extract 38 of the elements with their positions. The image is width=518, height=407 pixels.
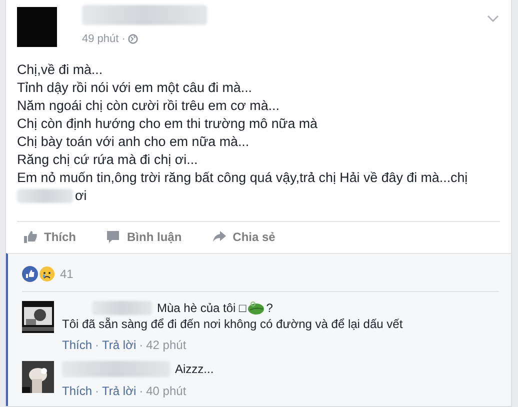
share-icon [212,230,227,244]
comment-text: Tôi đã sẵn sàng để đi đến nơi không có đường và để lại dấu vết [62,317,403,331]
share-button[interactable]: Chia sẻ [212,230,276,244]
post-text-line: ơi [75,187,87,205]
comment-icon [106,230,121,244]
like-link[interactable]: Thích [62,338,92,352]
post-time[interactable]: 49 phút · [82,33,126,45]
reaction-count[interactable]: 41 [60,267,74,281]
comment-button[interactable]: Bình luận [106,230,182,244]
separator-dot: · [95,338,100,352]
comment-time[interactable]: 42 phút [146,338,186,352]
separator-dot: · [139,384,144,398]
leaf-icon [247,301,266,315]
blurred-name [17,189,73,203]
post-text-line: Chị còn định hướng cho em thi trường mô nữa mà [17,115,319,133]
separator-dot: · [95,384,100,398]
avatar [17,7,57,47]
reply-link[interactable]: Trả lời [102,338,136,352]
reply-link[interactable]: Trả lời [102,384,136,398]
chevron-down-icon [487,15,499,23]
comment-text: Mùa hè của tôi □ [157,301,246,315]
like-link[interactable]: Thích [62,384,92,398]
globe-icon [128,34,138,44]
comment-time[interactable]: 40 phút [146,384,186,398]
post-text-line: Năm ngoái chị còn cười rồi trêu em cơ mà... [17,97,280,115]
post-text-line: Chị,về đi mà... [17,61,104,79]
like-button[interactable]: Thích [23,230,76,244]
like-reaction-icon [22,266,38,282]
comment-text: Aizzz... [175,362,214,376]
comment-text: ? [266,301,273,315]
post-text-line: Răng chị cứ rứa mà đi chị ơi... [17,151,199,169]
like-icon [23,230,38,244]
post-text-line: Chị bày toán với anh cho em nữa mà... [17,133,250,151]
sad-face-icon [39,266,55,282]
post-text-line: Em nỏ muốn tin,ông trời răng bất công quá vậy,trả chị Hải về đây đi mà...chị [17,169,469,187]
post-text-line: Tỉnh dậy rồi nói với em một câu đi mà... [17,79,254,97]
separator-dot: · [139,338,144,352]
blurred-name [92,301,152,315]
